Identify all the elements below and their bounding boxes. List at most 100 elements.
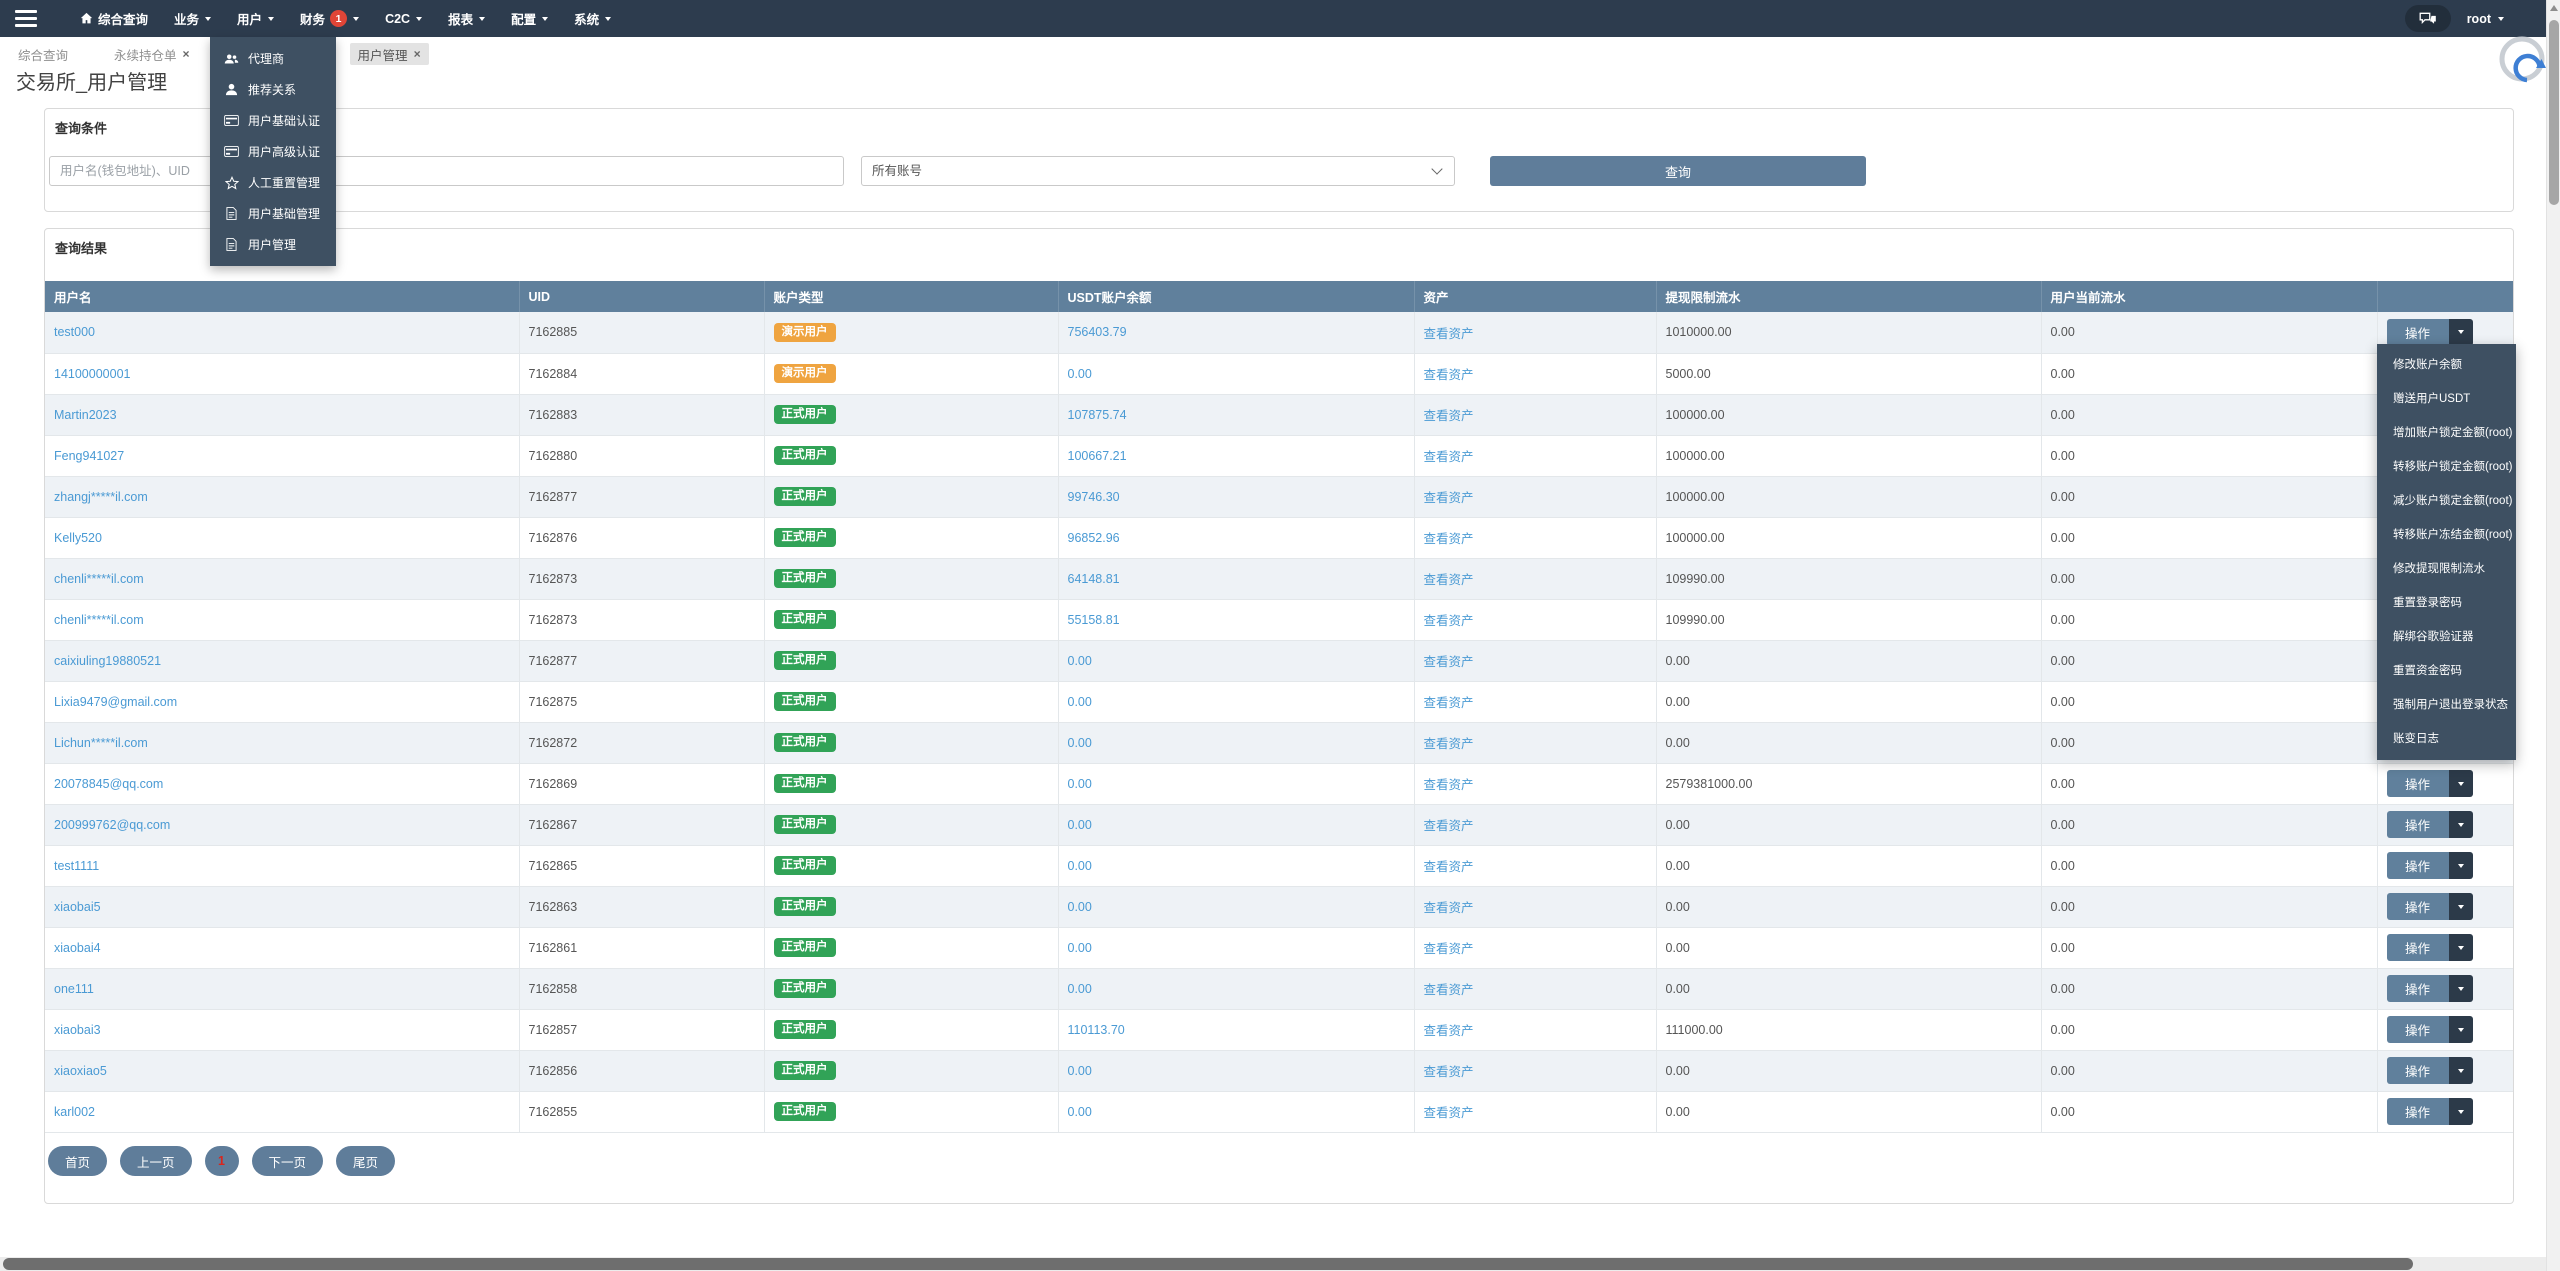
view-assets-link[interactable]: 查看资产 — [1424, 983, 1474, 997]
usdt-balance-link[interactable]: 0.00 — [1068, 654, 1092, 668]
search-button[interactable]: 查询 — [1490, 156, 1866, 186]
action-button[interactable]: 操作 — [2386, 1057, 2449, 1084]
action-caret-button[interactable] — [2448, 893, 2473, 920]
username-link[interactable]: test1111 — [54, 859, 99, 873]
view-assets-link[interactable]: 查看资产 — [1424, 737, 1474, 751]
action-caret-button[interactable] — [2448, 318, 2473, 346]
username-link[interactable]: Feng941027 — [54, 449, 124, 463]
horizontal-scrollbar-thumb[interactable] — [3, 1258, 2413, 1270]
nav-item-业务[interactable]: 业务 — [161, 0, 224, 37]
action-button[interactable]: 操作 — [2386, 852, 2449, 879]
usdt-balance-link[interactable]: 0.00 — [1068, 900, 1092, 914]
action-button[interactable]: 操作 — [2386, 770, 2449, 797]
sidebar-toggle-button[interactable] — [15, 9, 37, 28]
action-menu-item-赠送用户USDT[interactable]: 赠送用户USDT — [2377, 382, 2516, 416]
usdt-balance-link[interactable]: 0.00 — [1068, 1105, 1092, 1119]
close-icon[interactable]: × — [183, 48, 190, 60]
username-link[interactable]: 200999762@qq.com — [54, 818, 170, 832]
action-button[interactable]: 操作 — [2386, 893, 2449, 920]
nav-item-系统[interactable]: 系统 — [561, 0, 624, 37]
username-link[interactable]: Kelly520 — [54, 531, 102, 545]
view-assets-link[interactable]: 查看资产 — [1424, 778, 1474, 792]
usdt-balance-link[interactable]: 110113.70 — [1068, 1023, 1125, 1037]
username-link[interactable]: one111 — [54, 982, 94, 996]
username-link[interactable]: 14100000001 — [54, 367, 130, 381]
view-assets-link[interactable]: 查看资产 — [1424, 1024, 1474, 1038]
view-assets-link[interactable]: 查看资产 — [1424, 614, 1474, 628]
action-button[interactable]: 操作 — [2386, 934, 2449, 961]
user-menu-item-推荐关系[interactable]: 推荐关系 — [210, 74, 336, 105]
usdt-balance-link[interactable]: 0.00 — [1068, 367, 1092, 381]
pagination-prev-button[interactable]: 上一页 — [120, 1146, 192, 1176]
user-menu-item-用户高级认证[interactable]: 用户高级认证 — [210, 136, 336, 167]
action-menu-item-增加账户锁定金额(root)[interactable]: 增加账户锁定金额(root) — [2377, 416, 2516, 450]
nav-item-配置[interactable]: 配置 — [498, 0, 561, 37]
usdt-balance-link[interactable]: 99746.30 — [1068, 490, 1120, 504]
username-link[interactable]: zhangj*****il.com — [54, 490, 148, 504]
view-assets-link[interactable]: 查看资产 — [1424, 532, 1474, 546]
action-menu-item-转移账户冻结金额(root)[interactable]: 转移账户冻结金额(root) — [2377, 518, 2516, 552]
action-caret-button[interactable] — [2448, 770, 2473, 797]
action-menu-item-解绑谷歌验证器[interactable]: 解绑谷歌验证器 — [2377, 620, 2516, 654]
view-assets-link[interactable]: 查看资产 — [1424, 860, 1474, 874]
user-menu-item-用户基础管理[interactable]: 用户基础管理 — [210, 198, 336, 229]
pagination-next-button[interactable]: 下一页 — [251, 1146, 324, 1176]
username-link[interactable]: chenli*****il.com — [54, 613, 144, 627]
tab-永续持仓单[interactable]: 永续持仓单 × — [106, 43, 198, 65]
action-caret-button[interactable] — [2448, 811, 2473, 838]
user-menu-item-用户管理[interactable]: 用户管理 — [210, 229, 336, 260]
usdt-balance-link[interactable]: 0.00 — [1068, 941, 1092, 955]
action-caret-button[interactable] — [2448, 1098, 2473, 1125]
nav-item-报表[interactable]: 报表 — [435, 0, 498, 37]
view-assets-link[interactable]: 查看资产 — [1424, 1065, 1474, 1079]
usdt-balance-link[interactable]: 55158.81 — [1068, 613, 1120, 627]
view-assets-link[interactable]: 查看资产 — [1424, 901, 1474, 915]
view-assets-link[interactable]: 查看资产 — [1424, 450, 1474, 464]
tab-用户管理[interactable]: 用户管理 × — [349, 43, 429, 65]
action-button[interactable]: 操作 — [2386, 1016, 2449, 1043]
view-assets-link[interactable]: 查看资产 — [1424, 573, 1474, 587]
username-link[interactable]: test000 — [54, 325, 95, 339]
username-link[interactable]: Lichun*****il.com — [54, 736, 148, 750]
view-assets-link[interactable]: 查看资产 — [1424, 1106, 1474, 1120]
view-assets-link[interactable]: 查看资产 — [1424, 368, 1474, 382]
action-menu-item-账变日志[interactable]: 账变日志 — [2377, 722, 2516, 756]
tab-综合查询[interactable]: 综合查询 — [10, 43, 76, 65]
user-account-button[interactable]: root — [2467, 12, 2504, 26]
usdt-balance-link[interactable]: 64148.81 — [1068, 572, 1120, 586]
close-icon[interactable]: × — [414, 48, 421, 60]
action-button[interactable]: 操作 — [2386, 811, 2449, 838]
action-menu-item-重置资金密码[interactable]: 重置资金密码 — [2377, 654, 2516, 688]
usdt-balance-link[interactable]: 0.00 — [1068, 982, 1092, 996]
username-link[interactable]: xiaobai4 — [54, 941, 101, 955]
action-caret-button[interactable] — [2448, 852, 2473, 879]
usdt-balance-link[interactable]: 107875.74 — [1068, 408, 1127, 422]
messages-button[interactable] — [2404, 5, 2451, 32]
usdt-balance-link[interactable]: 0.00 — [1068, 818, 1092, 832]
usdt-balance-link[interactable]: 0.00 — [1068, 859, 1092, 873]
action-caret-button[interactable] — [2448, 975, 2473, 1002]
view-assets-link[interactable]: 查看资产 — [1424, 942, 1474, 956]
user-menu-item-用户基础认证[interactable]: 用户基础认证 — [210, 105, 336, 136]
keyword-input[interactable] — [49, 156, 844, 186]
scroll-up-arrow[interactable] — [2550, 5, 2558, 11]
view-assets-link[interactable]: 查看资产 — [1424, 819, 1474, 833]
username-link[interactable]: xiaoxiao5 — [54, 1064, 107, 1078]
nav-item-综合查询[interactable]: 综合查询 — [67, 0, 161, 37]
action-menu-item-强制用户退出登录状态[interactable]: 强制用户退出登录状态 — [2377, 688, 2516, 722]
action-button[interactable]: 操作 — [2386, 975, 2449, 1002]
usdt-balance-link[interactable]: 756403.79 — [1068, 325, 1127, 339]
action-menu-item-修改账户余额[interactable]: 修改账户余额 — [2377, 348, 2516, 382]
pagination-first-button[interactable]: 首页 — [48, 1146, 108, 1176]
view-assets-link[interactable]: 查看资产 — [1424, 409, 1474, 423]
nav-item-财务[interactable]: 财务 1 — [287, 0, 372, 37]
pagination-last-button[interactable]: 尾页 — [336, 1146, 396, 1176]
username-link[interactable]: 20078845@qq.com — [54, 777, 163, 791]
action-menu-item-修改提现限制流水[interactable]: 修改提现限制流水 — [2377, 552, 2516, 586]
action-caret-button[interactable] — [2448, 1057, 2473, 1084]
view-assets-link[interactable]: 查看资产 — [1424, 696, 1474, 710]
usdt-balance-link[interactable]: 96852.96 — [1068, 531, 1120, 545]
usdt-balance-link[interactable]: 0.00 — [1068, 777, 1092, 791]
usdt-balance-link[interactable]: 100667.21 — [1068, 449, 1127, 463]
action-menu-item-转移账户锁定金额(root)[interactable]: 转移账户锁定金额(root) — [2377, 450, 2516, 484]
